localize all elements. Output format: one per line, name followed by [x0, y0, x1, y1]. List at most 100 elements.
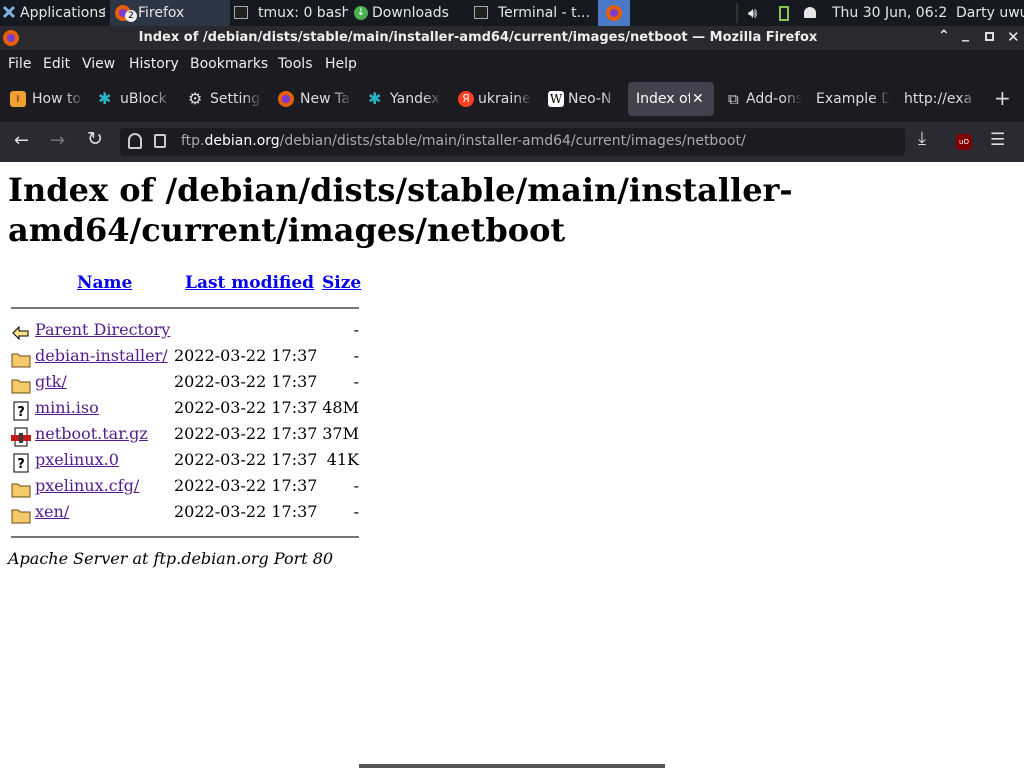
svg-text:?: ?: [17, 405, 25, 420]
entry-link[interactable]: xen/: [35, 502, 69, 521]
horizontal-scrollbar[interactable]: [359, 764, 665, 768]
notifications-bell-icon[interactable]: [802, 0, 820, 26]
unknown-file-icon: ?: [13, 453, 29, 473]
divider: [11, 307, 359, 309]
server-signature: Apache Server at ftp.debian.org Port 80: [8, 549, 334, 568]
shield-icon[interactable]: [128, 133, 142, 149]
tab-ublock[interactable]: ✱ uBlock: [92, 82, 172, 116]
table-row: netboot.tar.gz 2022-03-22 17:37 37M: [0, 424, 400, 450]
back-icon: [12, 325, 29, 341]
user-menu[interactable]: Darty uwu: [956, 0, 1024, 26]
column-header-last-modified[interactable]: Last modified: [185, 273, 314, 293]
forward-button[interactable]: →: [50, 130, 65, 151]
new-tab-button[interactable]: +: [994, 86, 1011, 110]
battery-icon[interactable]: [778, 0, 790, 26]
tab-http-exa[interactable]: http://exa: [898, 82, 978, 116]
folder-icon: [11, 353, 31, 368]
table-row-parent-directory: Parent Directory -: [0, 320, 400, 346]
entry-size: -: [353, 346, 359, 365]
unknown-file-icon: ?: [13, 401, 29, 421]
entry-size: 48M: [322, 398, 359, 417]
window-minimize-button[interactable]: _: [962, 26, 969, 42]
close-tab-icon[interactable]: ✕: [692, 82, 704, 116]
menu-edit[interactable]: Edit: [43, 56, 70, 72]
table-row: pxelinux.cfg/ 2022-03-22 17:37 -: [0, 476, 400, 502]
taskbar-firefox[interactable]: 2 Firefox: [110, 0, 230, 26]
yandex-favicon-icon: Я: [458, 91, 474, 107]
firefox-icon: [606, 5, 622, 21]
menu-file[interactable]: File: [8, 56, 31, 72]
xfce-logo-icon: [2, 5, 16, 19]
entry-size: 37M: [322, 424, 359, 443]
window-close-button[interactable]: ✕: [1007, 28, 1020, 46]
table-row: ? mini.iso 2022-03-22 17:37 48M: [0, 398, 400, 424]
taskbar-terminal[interactable]: Terminal - t...: [472, 0, 590, 26]
folder-icon: [11, 379, 31, 394]
tab-example-d[interactable]: Example D: [810, 82, 890, 116]
entry-link[interactable]: gtk/: [35, 372, 67, 391]
tab-new-tab[interactable]: New Tab: [272, 82, 352, 116]
window-shade-button[interactable]: ⌃: [938, 28, 950, 44]
table-row: xen/ 2022-03-22 17:37 -: [0, 502, 400, 528]
entry-modified: 2022-03-22 17:37: [174, 346, 318, 365]
menu-help[interactable]: Help: [325, 56, 357, 72]
reload-button[interactable]: ↻: [87, 128, 103, 150]
ublock-favicon-icon: ✱: [368, 89, 382, 108]
menu-history[interactable]: History: [129, 56, 179, 72]
window-maximize-button[interactable]: [985, 32, 994, 41]
terminal-icon: [474, 6, 488, 19]
column-header-name[interactable]: Name: [77, 273, 132, 293]
tab-add-ons[interactable]: ⧉ Add-ons: [722, 82, 802, 116]
taskbar-tmux[interactable]: tmux: 0 bash: [232, 0, 348, 26]
taskbar-firefox-label: Firefox: [138, 5, 185, 21]
menu-bookmarks[interactable]: Bookmarks: [190, 56, 268, 72]
entry-modified: 2022-03-22 17:37: [174, 450, 318, 469]
url-bar[interactable]: ftp.debian.org/debian/dists/stable/main/…: [120, 128, 905, 156]
lock-icon[interactable]: [154, 134, 166, 148]
downloads-button[interactable]: ⤓: [918, 128, 926, 149]
taskbar-downloads[interactable]: ↓ Downloads: [352, 0, 468, 26]
menu-tools[interactable]: Tools: [278, 56, 313, 72]
tab-index-of[interactable]: Index of ✕: [628, 82, 714, 116]
entry-size: -: [353, 476, 359, 495]
tab-neo-n[interactable]: W Neo-N: [542, 82, 620, 116]
applications-separator: ⁝: [102, 5, 107, 21]
back-button[interactable]: ←: [14, 130, 29, 151]
tab-how-to[interactable]: ᛒ How to: [4, 82, 84, 116]
ublock-extension-icon[interactable]: uO: [956, 134, 972, 150]
url-host: debian.org: [204, 133, 280, 149]
taskbar-firefox-small[interactable]: [598, 0, 630, 26]
taskbar-downloads-label: Downloads: [372, 5, 449, 21]
entry-link[interactable]: mini.iso: [35, 398, 99, 417]
table-row: debian-installer/ 2022-03-22 17:37 -: [0, 346, 400, 372]
taskbar-terminal-label: Terminal - t...: [498, 5, 590, 21]
volume-icon[interactable]: 🔊︎: [748, 0, 768, 26]
url-text[interactable]: ftp.debian.org/debian/dists/stable/main/…: [181, 133, 746, 149]
entry-size: -: [353, 372, 359, 391]
entry-link[interactable]: pxelinux.0: [35, 450, 119, 469]
bash-favicon-icon: ᛒ: [10, 91, 26, 107]
tab-ukraine[interactable]: Я ukraine: [452, 82, 532, 116]
entry-link[interactable]: netboot.tar.gz: [35, 424, 148, 443]
tab-yandex[interactable]: ✱ Yandex: [362, 82, 442, 116]
table-row: gtk/ 2022-03-22 17:37 -: [0, 372, 400, 398]
applications-menu-button[interactable]: Applications ⁝: [0, 0, 110, 26]
download-icon: ↓: [354, 6, 368, 20]
folder-icon: [11, 483, 31, 498]
entry-modified: 2022-03-22 17:37: [174, 372, 318, 391]
puzzle-icon: ⧉: [728, 90, 739, 108]
hamburger-menu-icon[interactable]: ☰: [990, 130, 1005, 150]
terminal-icon: [234, 6, 248, 19]
entry-size: 41K: [326, 450, 359, 469]
clock[interactable]: Thu 30 Jun, 06:21: [832, 0, 948, 26]
entry-size: -: [353, 320, 359, 339]
tab-settings[interactable]: ⚙ Settings: [182, 82, 262, 116]
entry-modified: 2022-03-22 17:37: [174, 398, 318, 417]
entry-modified: 2022-03-22 17:37: [174, 424, 318, 443]
column-header-size[interactable]: Size: [322, 273, 361, 293]
menu-view[interactable]: View: [82, 56, 115, 72]
entry-link[interactable]: pxelinux.cfg/: [35, 476, 139, 495]
entry-link[interactable]: Parent Directory: [35, 320, 170, 339]
window-titlebar[interactable]: Index of /debian/dists/stable/main/insta…: [0, 26, 1024, 50]
entry-link[interactable]: debian-installer/: [35, 346, 168, 365]
